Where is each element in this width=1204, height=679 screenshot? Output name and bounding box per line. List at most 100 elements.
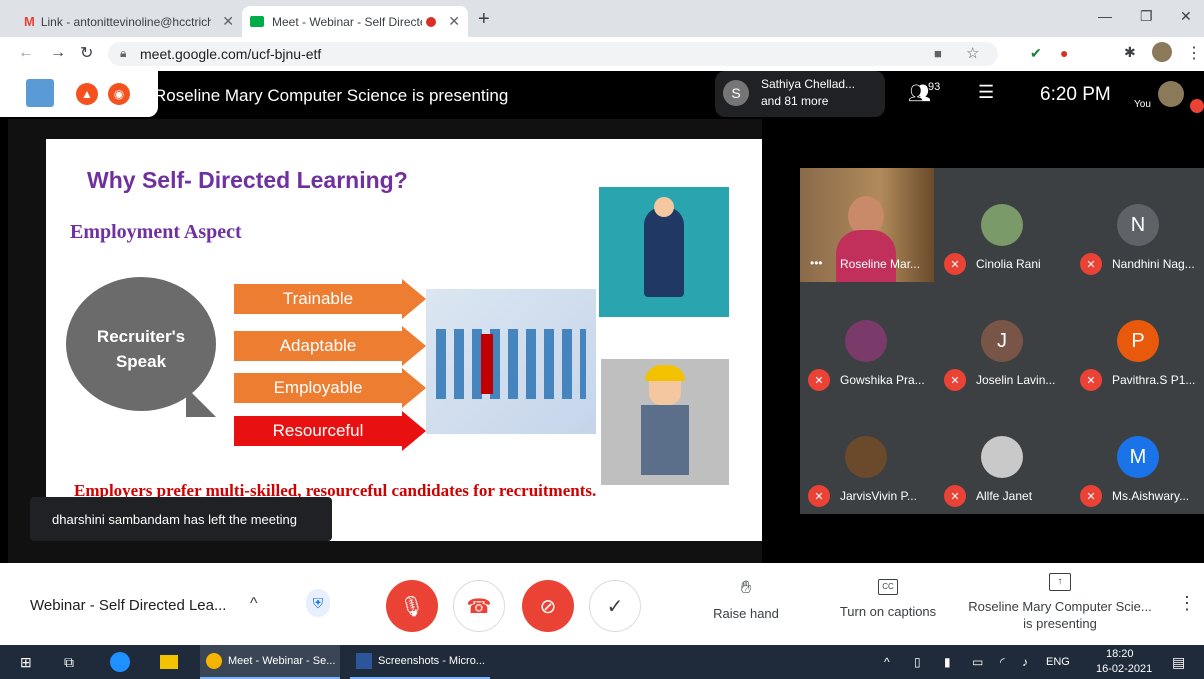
- extension-check-icon[interactable]: ✔: [1030, 45, 1042, 62]
- minimize-button[interactable]: —: [1098, 8, 1112, 24]
- participant-name: Pavithra.S P1...: [1112, 373, 1196, 387]
- battery-icon[interactable]: ▮: [944, 645, 951, 679]
- hand-icon: ✋︎: [740, 577, 752, 597]
- participant-tile[interactable]: P ✕ Pavithra.S P1...: [1072, 284, 1204, 398]
- tab-gmail[interactable]: M Link - antonittevinoline@hcctrich ✕: [16, 6, 242, 37]
- avatar: [981, 436, 1023, 478]
- menu-icon[interactable]: ⋮: [1186, 43, 1202, 63]
- meeting-title[interactable]: Webinar - Self Directed Lea...: [30, 597, 226, 614]
- raise-hand-button[interactable]: ✋︎ Raise hand: [700, 577, 792, 637]
- bubble-line2: Speak: [115, 352, 167, 371]
- chevron-up-icon[interactable]: ^: [250, 595, 258, 613]
- participant-tile[interactable]: ✕ Allfe Janet: [936, 400, 1070, 514]
- wifi-icon[interactable]: ◜: [1000, 645, 1005, 679]
- windows-start-icon[interactable]: ⊞: [20, 645, 32, 679]
- taskbar-app-word[interactable]: Screenshots - Micro...: [350, 645, 490, 679]
- leave-call-button[interactable]: ☎︎: [453, 580, 505, 632]
- camera-icon[interactable]: ■: [934, 46, 942, 61]
- participant-tile[interactable]: ✕ Cinolia Rani: [936, 168, 1070, 282]
- hang-up-icon: ☎︎: [466, 595, 492, 618]
- record-icon[interactable]: ◉: [108, 83, 130, 105]
- present-icon: ↑: [1049, 573, 1071, 591]
- presentation-icon: [26, 79, 54, 107]
- avatar: P: [1117, 320, 1159, 362]
- self-avatar: [1158, 81, 1184, 107]
- arrow-head: [402, 279, 426, 319]
- star-icon[interactable]: ☆: [966, 44, 979, 62]
- more-options-icon[interactable]: ⋮: [1178, 593, 1196, 614]
- captions-label: Turn on captions: [839, 604, 937, 619]
- avatar: [845, 320, 887, 362]
- participant-name: JarvisVivin P...: [840, 489, 917, 503]
- notification-icon[interactable]: ▤: [1172, 645, 1185, 679]
- mic-off-icon: ✕: [1080, 369, 1102, 391]
- speech-bubble-tail: [186, 387, 216, 417]
- captions-button[interactable]: CC Turn on captions: [832, 577, 944, 637]
- tab-meet[interactable]: Meet - Webinar - Self Directe ✕: [242, 6, 468, 37]
- arrow-head: [402, 411, 426, 451]
- tab-label: Meet - Webinar - Self Directe: [272, 14, 422, 29]
- back-icon[interactable]: ←: [18, 44, 34, 62]
- volume-icon[interactable]: ♪: [1022, 645, 1028, 679]
- multitasking-businessman-image: [599, 187, 729, 317]
- participant-tile[interactable]: ✕ Gowshika Pra...: [800, 284, 934, 398]
- arrow-resourceful: Resourceful: [234, 416, 402, 446]
- chat-icon[interactable]: ☰: [978, 82, 994, 103]
- address-bar[interactable]: 🔒︎ meet.google.com/ucf-bjnu-etf ■ ☆: [108, 42, 998, 66]
- notification-toast: dharshini sambandam has left the meeting: [30, 497, 332, 541]
- triangle-icon[interactable]: ▲: [76, 83, 98, 105]
- toast-text: dharshini sambandam has left the meeting: [52, 511, 297, 527]
- file-explorer-icon[interactable]: [160, 645, 178, 679]
- forward-icon[interactable]: →: [50, 44, 66, 62]
- taskbar-time: 18:20: [1106, 648, 1134, 660]
- close-icon[interactable]: ✕: [448, 13, 460, 30]
- taskbar-app-label: Meet - Webinar - Se...: [228, 655, 336, 667]
- task-view-icon[interactable]: ⧉: [64, 645, 74, 679]
- mic-toggle-button[interactable]: 🎙︎: [386, 580, 438, 632]
- extension-icon[interactable]: ●: [1060, 45, 1068, 61]
- participant-name: Joselin Lavin...: [976, 373, 1056, 387]
- puzzle-icon[interactable]: ✱: [1124, 44, 1136, 61]
- restore-button[interactable]: ❐: [1140, 8, 1153, 25]
- participant-tile[interactable]: M ✕ Ms.Aishwary...: [1072, 400, 1204, 514]
- participant-name: Gowshika Pra...: [840, 373, 925, 387]
- meet-icon: [250, 16, 264, 27]
- close-window-button[interactable]: ✕: [1180, 8, 1192, 25]
- clock: 6:20 PM: [1040, 84, 1111, 105]
- language-indicator[interactable]: ENG: [1046, 645, 1070, 679]
- close-icon[interactable]: ✕: [222, 13, 234, 30]
- mic-off-icon: ✕: [944, 369, 966, 391]
- participant-tile[interactable]: ✕ JarvisVivin P...: [800, 400, 934, 514]
- word-icon: [356, 653, 372, 669]
- avatar: [981, 204, 1023, 246]
- participant-tile[interactable]: ••• Roseline Mar...: [800, 168, 934, 282]
- chevron-up-icon[interactable]: ^: [884, 645, 890, 679]
- taskbar-app-meet[interactable]: Meet - Webinar - Se...: [200, 645, 340, 679]
- meet-control-bar: Webinar - Self Directed Lea... ^ ⛨ 🎙︎ ☎︎…: [0, 563, 1204, 645]
- avatar: M: [1117, 436, 1159, 478]
- network-icon[interactable]: ▭: [972, 645, 983, 679]
- recording-icon: [426, 16, 436, 27]
- participant-tile[interactable]: N ✕ Nandhini Nag...: [1072, 168, 1204, 282]
- participants-chip[interactable]: S Sathiya Chellad... and 81 more: [715, 71, 885, 117]
- captions-icon: CC: [878, 579, 898, 595]
- arrow-employable: Employable: [234, 373, 402, 403]
- mic-off-icon: 🎙︎: [399, 595, 425, 618]
- taskbar-app-label: Screenshots - Micro...: [378, 655, 485, 667]
- profile-avatar[interactable]: [1152, 42, 1172, 62]
- shield-icon[interactable]: ⛨: [306, 589, 330, 617]
- participant-tile[interactable]: J ✕ Joselin Lavin...: [936, 284, 1070, 398]
- camera-toggle-button[interactable]: ⊘: [522, 580, 574, 632]
- slide-subtitle: Employment Aspect: [70, 221, 242, 243]
- chip-line1: Sathiya Chellad...: [761, 77, 856, 91]
- new-tab-button[interactable]: +: [478, 8, 490, 31]
- lock-icon: 🔒︎: [120, 46, 127, 60]
- mic-off-icon: ✕: [944, 253, 966, 275]
- edge-icon[interactable]: [110, 645, 130, 679]
- bubble-line1: Recruiter's: [96, 327, 186, 346]
- reload-icon[interactable]: ↻: [80, 43, 93, 63]
- device-icon[interactable]: ▯: [914, 645, 921, 679]
- more-actions-button[interactable]: ✓: [589, 580, 641, 632]
- self-label: You: [1134, 99, 1151, 110]
- presenting-button[interactable]: ↑ Roseline Mary Computer Scie... is pres…: [962, 573, 1158, 637]
